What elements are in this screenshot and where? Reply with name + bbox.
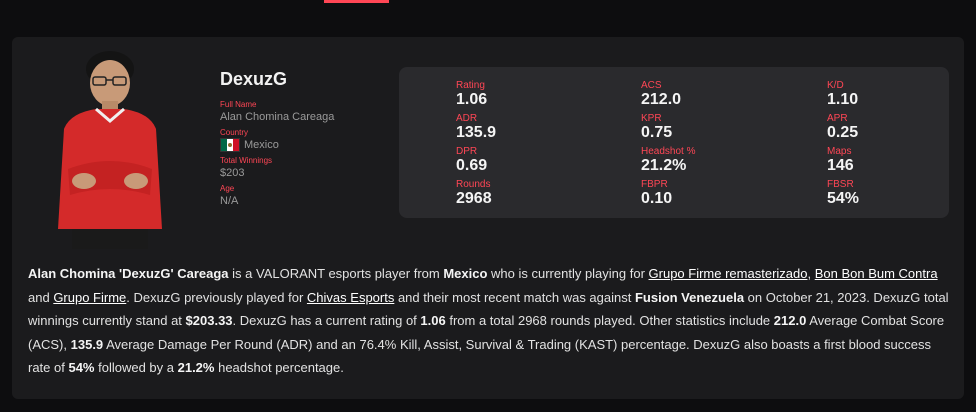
team-link-grupo-firme[interactable]: Grupo Firme <box>53 290 126 305</box>
active-tab-indicator <box>324 0 389 3</box>
stat-fbsr: FBSR 54% <box>827 179 860 207</box>
stat-kpr: KPR 0.75 <box>641 113 673 141</box>
bio-rating: 1.06 <box>420 313 446 328</box>
stat-kd: K/D 1.10 <box>827 80 859 108</box>
player-photo <box>50 49 170 249</box>
total-winnings-value: $203 <box>220 167 245 179</box>
mexico-flag-icon <box>220 138 240 152</box>
total-winnings-label: Total Winnings <box>220 156 273 165</box>
country-value: Mexico <box>244 139 279 151</box>
country-value-row: Mexico <box>220 138 390 152</box>
bio-adr: 135.9 <box>70 336 104 352</box>
age-label: Age <box>220 184 235 193</box>
bio-opponent: Fusion Venezuela <box>634 289 745 305</box>
bio-fbsr: 54% <box>68 360 95 375</box>
player-card: DexuzG Full Name Alan Chomina Careaga Co… <box>12 37 964 399</box>
stat-apr: APR 0.25 <box>827 113 859 141</box>
age-value: N/A <box>220 195 239 207</box>
team-link-bon-bon-bum-contra[interactable]: Bon Bon Bum Contra <box>815 266 938 281</box>
stat-fbpr: FBPR 0.10 <box>641 179 673 207</box>
bio-acs: 212.0 <box>773 313 807 328</box>
team-link-chivas-esports[interactable]: Chivas Esports <box>307 290 394 305</box>
bio-winnings: $203.33 <box>185 313 233 328</box>
player-alias: DexuzG <box>220 69 288 89</box>
bio-country: Mexico <box>443 266 488 281</box>
stat-acs: ACS 212.0 <box>641 80 682 108</box>
country-label: Country <box>220 128 249 137</box>
stat-rating: Rating 1.06 <box>456 80 488 108</box>
stat-maps: Maps 146 <box>827 146 854 174</box>
team-link-grupo-firme-remasterizado[interactable]: Grupo Firme remasterizado <box>649 266 808 281</box>
stat-adr: ADR 135.9 <box>456 113 497 141</box>
full-name-value: Alan Chomina Careaga <box>220 111 335 123</box>
stats-panel: Rating 1.06 ACS 212.0 K/D 1.10 ADR 135.9 KPR… <box>399 67 949 218</box>
stat-headshot: Headshot % 21.2% <box>641 146 696 174</box>
stat-dpr: DPR 0.69 <box>456 146 488 174</box>
player-bio: Alan Chomina 'DexuzG' Careaga is a VALOR… <box>28 266 949 375</box>
stat-rounds: Rounds 2968 <box>456 179 492 207</box>
player-info: DexuzG Full Name Alan Chomina Careaga Co… <box>220 69 390 208</box>
full-name-label: Full Name <box>220 100 257 109</box>
bio-full-name: Alan Chomina 'DexuzG' Careaga <box>28 266 229 281</box>
bio-headshot: 21.2% <box>177 360 215 375</box>
